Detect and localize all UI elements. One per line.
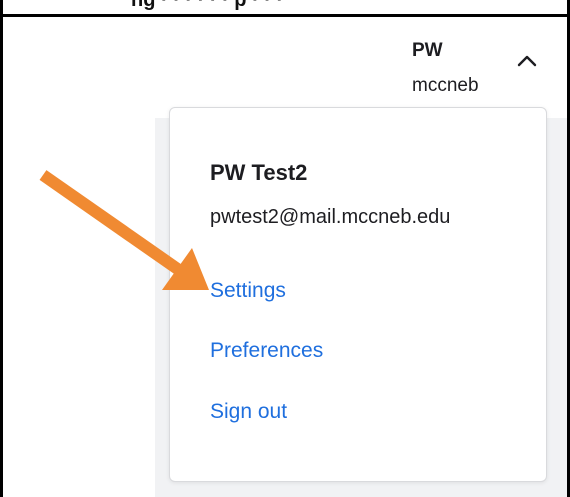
account-initials: PW	[412, 40, 443, 61]
account-menu-toggle[interactable]: PW mccneb	[398, 28, 558, 106]
settings-link[interactable]: Settings	[210, 279, 286, 303]
user-display-name: PW Test2	[210, 160, 308, 185]
screenshot-frame: ng · · · · · · p · · · PW mccneb PW Test…	[0, 0, 570, 497]
cropped-heading-strip: ng · · · · · · p · · ·	[3, 0, 567, 14]
account-org-name: mccneb	[412, 75, 479, 96]
user-email: pwtest2@mail.mccneb.edu	[210, 206, 451, 228]
preferences-link[interactable]: Preferences	[210, 339, 323, 363]
chevron-up-icon	[517, 55, 537, 67]
top-border	[3, 14, 567, 17]
sign-out-link[interactable]: Sign out	[210, 400, 287, 424]
account-dropdown-menu: PW Test2 pwtest2@mail.mccneb.edu Setting…	[169, 107, 547, 482]
cropped-heading-fragment: ng · · · · · · p · · ·	[131, 0, 284, 11]
